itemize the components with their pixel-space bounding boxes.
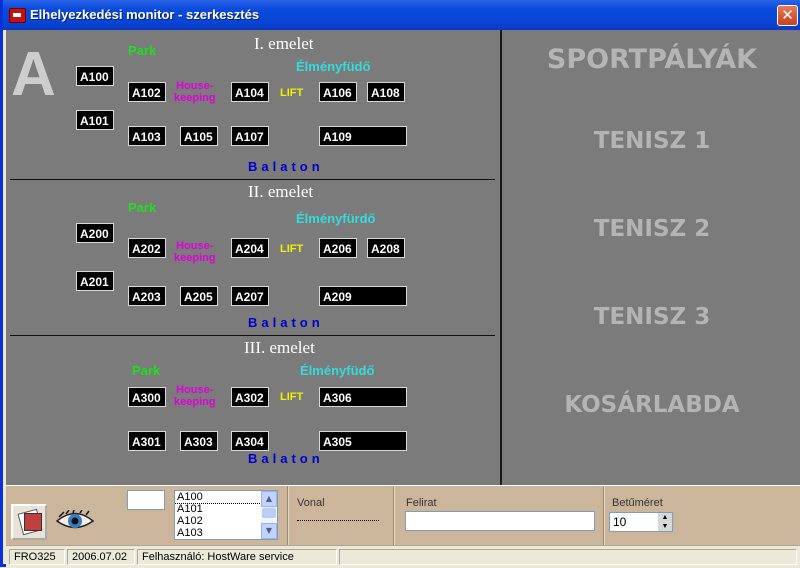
housekeeping-label: House-keeping [174, 240, 216, 264]
room-a102[interactable]: A102 [128, 82, 166, 102]
balaton-label: Balaton [248, 451, 324, 466]
room-a206[interactable]: A206 [319, 238, 357, 258]
spa-label: Élményfürdő [296, 211, 376, 226]
lift-label: LIFT [280, 391, 304, 403]
sports-title: SPORTPÁLYÁK [546, 44, 758, 75]
room-a202[interactable]: A202 [128, 238, 166, 258]
floor-title-1: I. emelet [254, 34, 314, 53]
spin-up-icon[interactable]: ▲ [658, 513, 672, 522]
toolbar-separator [603, 486, 605, 546]
app-icon[interactable] [9, 8, 26, 23]
spinner-buttons[interactable]: ▲ ▼ [658, 513, 672, 531]
color-box[interactable] [127, 490, 165, 510]
housekeeping-label: House-keeping [174, 80, 216, 104]
room-a201[interactable]: A201 [76, 271, 114, 291]
sport-tennis-3[interactable]: TENISZ 3 [504, 304, 800, 330]
floor-title-3: III. emelet [244, 338, 315, 357]
room-a109[interactable]: A109 [319, 126, 407, 146]
layout-edit-button[interactable] [11, 504, 47, 540]
room-a305[interactable]: A305 [319, 431, 407, 451]
listbox-scrollbar[interactable]: ▲ ▼ [261, 491, 277, 539]
close-button[interactable]: ✕ [777, 5, 798, 26]
lift-label: LIFT [280, 87, 304, 99]
status-empty [339, 549, 797, 565]
line-style-sample[interactable] [297, 520, 379, 521]
room-a104[interactable]: A104 [231, 82, 269, 102]
toolbar-separator [393, 486, 395, 546]
room-a103[interactable]: A103 [128, 126, 166, 146]
sport-tennis-2[interactable]: TENISZ 2 [504, 216, 800, 242]
room-a208[interactable]: A208 [367, 238, 405, 258]
room-a200[interactable]: A200 [76, 223, 114, 243]
caption-input[interactable] [405, 511, 595, 531]
room-a303[interactable]: A303 [180, 431, 218, 451]
vonal-label: Vonal [297, 497, 325, 509]
status-user: Felhasználó: HostWare service [137, 549, 337, 565]
eye-icon[interactable] [56, 510, 94, 532]
scroll-thumb[interactable] [262, 508, 276, 518]
panel-divider [500, 30, 502, 485]
park-label: Park [128, 43, 157, 58]
room-a203[interactable]: A203 [128, 286, 166, 306]
floor-divider [10, 335, 495, 336]
room-a304[interactable]: A304 [231, 431, 269, 451]
room-listbox[interactable]: A100 A101 A102 A103 ▲ ▼ [174, 490, 278, 540]
status-bar: FRO325 2006.07.02 Felhasználó: HostWare … [6, 545, 800, 568]
font-size-label: Betűméret [612, 497, 663, 509]
lift-label: LIFT [280, 243, 304, 255]
felirat-label: Felirat [406, 497, 437, 509]
balaton-label: Balaton [248, 159, 324, 174]
room-a101[interactable]: A101 [76, 110, 114, 130]
location-monitor: A I. emelet Park Élményfüdő House-keepin… [6, 30, 800, 485]
room-a108[interactable]: A108 [367, 82, 405, 102]
picture-icon [24, 513, 42, 531]
floor-title-2: II. emelet [248, 182, 314, 201]
sport-tennis-1[interactable]: TENISZ 1 [504, 128, 800, 154]
spin-down-icon[interactable]: ▼ [658, 522, 672, 531]
room-a105[interactable]: A105 [180, 126, 218, 146]
room-a204[interactable]: A204 [231, 238, 269, 258]
scroll-up-icon[interactable]: ▲ [261, 491, 277, 507]
title-bar[interactable]: Elhelyezkedési monitor - szerkesztés ✕ [3, 0, 800, 30]
housekeeping-label: House-keeping [174, 384, 216, 408]
window-title: Elhelyezkedési monitor - szerkesztés [30, 7, 260, 22]
park-label: Park [128, 200, 157, 215]
room-a205[interactable]: A205 [180, 286, 218, 306]
font-size-value[interactable]: 10 [613, 515, 626, 529]
room-a100[interactable]: A100 [76, 66, 114, 86]
room-a107[interactable]: A107 [231, 126, 269, 146]
room-a301[interactable]: A301 [128, 431, 166, 451]
room-a300[interactable]: A300 [128, 387, 166, 407]
floor-divider [10, 179, 495, 180]
spa-label: Élményfüdő [296, 59, 371, 74]
status-code: FRO325 [9, 549, 65, 565]
scroll-down-icon[interactable]: ▼ [261, 523, 277, 539]
park-label: Park [132, 363, 161, 378]
toolbar-separator [287, 486, 289, 546]
edit-toolbar: A100 A101 A102 A103 ▲ ▼ Vonal Felirat Be… [6, 485, 800, 546]
app-window: Elhelyezkedési monitor - szerkesztés ✕ A… [0, 0, 800, 568]
spa-label: Élményfüdő [300, 363, 375, 378]
font-size-spinner[interactable]: 10 ▲ ▼ [609, 512, 673, 532]
balaton-label: Balaton [248, 315, 324, 330]
room-a106[interactable]: A106 [319, 82, 357, 102]
status-date: 2006.07.02 [67, 549, 135, 565]
room-a306[interactable]: A306 [319, 387, 407, 407]
sport-basketball[interactable]: KOSÁRLABDA [504, 392, 800, 418]
room-a209[interactable]: A209 [319, 286, 407, 306]
room-a207[interactable]: A207 [231, 286, 269, 306]
room-a302[interactable]: A302 [231, 387, 269, 407]
building-letter: A [11, 40, 56, 109]
